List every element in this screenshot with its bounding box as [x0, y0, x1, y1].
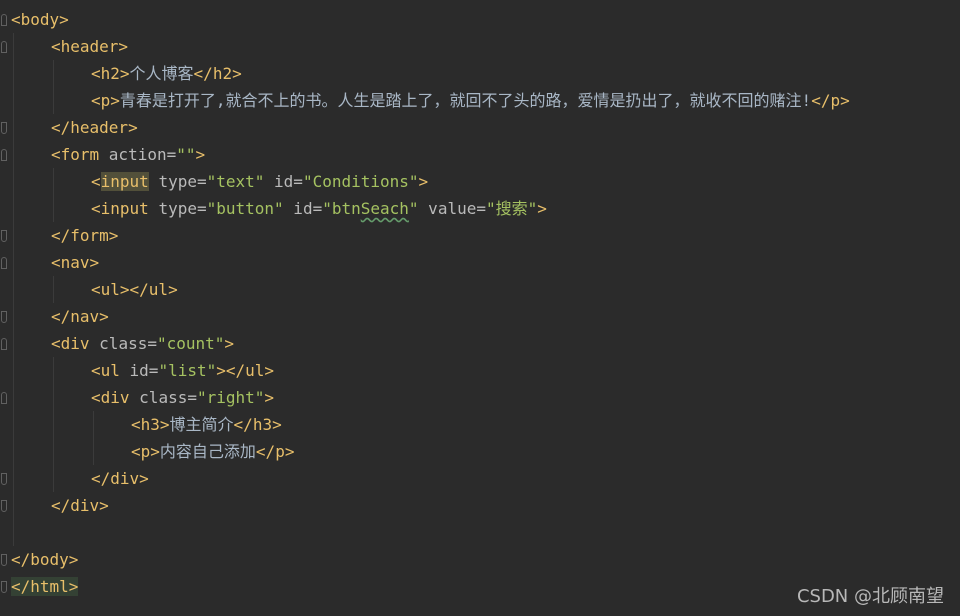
code-line[interactable]: </nav> [51, 303, 109, 330]
code-token: <body> [11, 10, 69, 29]
code-token: </h3> [233, 415, 282, 434]
code-token: "btn [322, 199, 361, 218]
code-token: 内容自己添加 [159, 442, 256, 461]
fold-collapse-icon[interactable] [1, 311, 7, 323]
code-line[interactable]: </div> [91, 465, 149, 492]
code-token: > [224, 334, 235, 353]
code-token: value= [418, 199, 486, 218]
code-token: </p> [255, 442, 295, 461]
code-line[interactable]: </html> [11, 573, 79, 600]
code-token: <h2> [91, 64, 130, 83]
code-token: 青春是打开了,就合不上的书。人生是踏上了，就回不了头的路，爱情是扔出了，就收不回… [119, 91, 812, 110]
indent-guide [53, 276, 54, 303]
indent-guide [13, 33, 14, 546]
fold-expand-icon[interactable] [1, 392, 7, 404]
code-line[interactable]: <form action=""> [51, 141, 205, 168]
code-token: "count" [156, 334, 225, 353]
code-token: 博主简介 [169, 415, 234, 434]
code-token: "" [176, 145, 196, 164]
code-token: <ul [91, 361, 130, 380]
fold-expand-icon[interactable] [1, 257, 7, 269]
code-token: </form> [51, 226, 119, 245]
code-token: id= [264, 172, 303, 191]
code-token: > [537, 199, 547, 218]
code-token: input [100, 172, 149, 191]
code-token: </nav> [51, 307, 109, 326]
code-line[interactable]: </header> [51, 114, 138, 141]
indent-guide [53, 60, 54, 114]
code-token: </div> [91, 469, 149, 488]
fold-expand-icon[interactable] [1, 338, 7, 350]
fold-collapse-icon[interactable] [1, 554, 7, 566]
code-token: </p> [811, 91, 850, 110]
code-token: class= [139, 388, 197, 407]
fold-collapse-icon[interactable] [1, 581, 7, 593]
code-token: <div [51, 334, 100, 353]
fold-collapse-icon[interactable] [1, 122, 7, 134]
code-token: < [91, 172, 101, 191]
code-line[interactable]: <input type="button" id="btnSeach" value… [91, 195, 547, 222]
code-token: <ul></ul> [91, 280, 178, 299]
code-token: </body> [11, 550, 79, 569]
code-token: <form [51, 145, 109, 164]
code-token: ></ul> [216, 361, 275, 380]
csdn-watermark: CSDN @北顾南望 [796, 586, 944, 607]
code-token: action= [108, 145, 177, 164]
code-line[interactable]: <div class="right"> [91, 384, 274, 411]
indent-guide [53, 357, 54, 492]
code-token: "搜索" [485, 199, 538, 218]
code-token: </h2> [193, 64, 242, 83]
code-line[interactable]: <div class="count"> [51, 330, 234, 357]
fold-expand-icon[interactable] [1, 41, 7, 53]
code-line[interactable]: <ul id="list"></ul> [91, 357, 274, 384]
code-line[interactable]: <header> [51, 33, 128, 60]
fold-collapse-icon[interactable] [1, 230, 7, 242]
code-token: <nav> [51, 253, 100, 272]
code-line[interactable]: </body> [11, 546, 78, 573]
code-line[interactable]: <body> [11, 6, 69, 33]
code-editor[interactable]: <body> <header> <h2>个人博客</h2> <p>青春是打开了,就合不… [0, 0, 960, 616]
code-token: "text" [206, 172, 265, 191]
fold-expand-icon[interactable] [1, 149, 7, 161]
code-token: <p> [131, 442, 160, 461]
code-token: <header> [51, 37, 129, 56]
code-token: id= [283, 199, 323, 218]
code-token: "list" [158, 361, 217, 380]
fold-expand-icon[interactable] [1, 14, 7, 26]
code-token: <input [91, 199, 159, 218]
code-token: 个人博客 [129, 64, 194, 83]
indent-guide [93, 411, 94, 465]
code-line[interactable]: </div> [51, 492, 109, 519]
code-token: "Conditions" [302, 172, 419, 191]
code-line[interactable]: </form> [51, 222, 118, 249]
code-line[interactable]: <input type="text" id="Conditions"> [91, 168, 428, 195]
fold-collapse-icon[interactable] [1, 500, 7, 512]
code-token: Seach [360, 199, 409, 218]
code-token: </div> [51, 496, 109, 515]
code-token: type= [158, 199, 207, 218]
code-token: id= [129, 361, 159, 380]
code-token: type= [148, 172, 207, 191]
code-line[interactable]: <h2>个人博客</h2> [91, 60, 242, 87]
code-token: "button" [206, 199, 284, 218]
code-line[interactable]: <nav> [51, 249, 99, 276]
code-token: class= [99, 334, 157, 353]
code-token: </header> [51, 118, 138, 137]
code-token: > [418, 172, 429, 191]
code-token: <h3> [131, 415, 170, 434]
code-token: " [408, 199, 419, 218]
code-token: > [195, 145, 206, 164]
code-token: "right" [196, 388, 265, 407]
code-token: <div [91, 388, 140, 407]
code-line[interactable]: <h3>博主简介</h3> [131, 411, 282, 438]
code-token: </html> [11, 577, 79, 596]
code-token: > [264, 388, 275, 407]
fold-collapse-icon[interactable] [1, 473, 7, 485]
fold-gutter [0, 0, 11, 616]
code-line[interactable]: <ul></ul> [91, 276, 178, 303]
code-line[interactable]: <p>内容自己添加</p> [131, 438, 294, 465]
code-token: <p> [91, 91, 120, 110]
indent-guide [53, 168, 54, 222]
code-line[interactable]: <p>青春是打开了,就合不上的书。人生是踏上了，就回不了头的路，爱情是扔出了，就… [91, 87, 850, 114]
